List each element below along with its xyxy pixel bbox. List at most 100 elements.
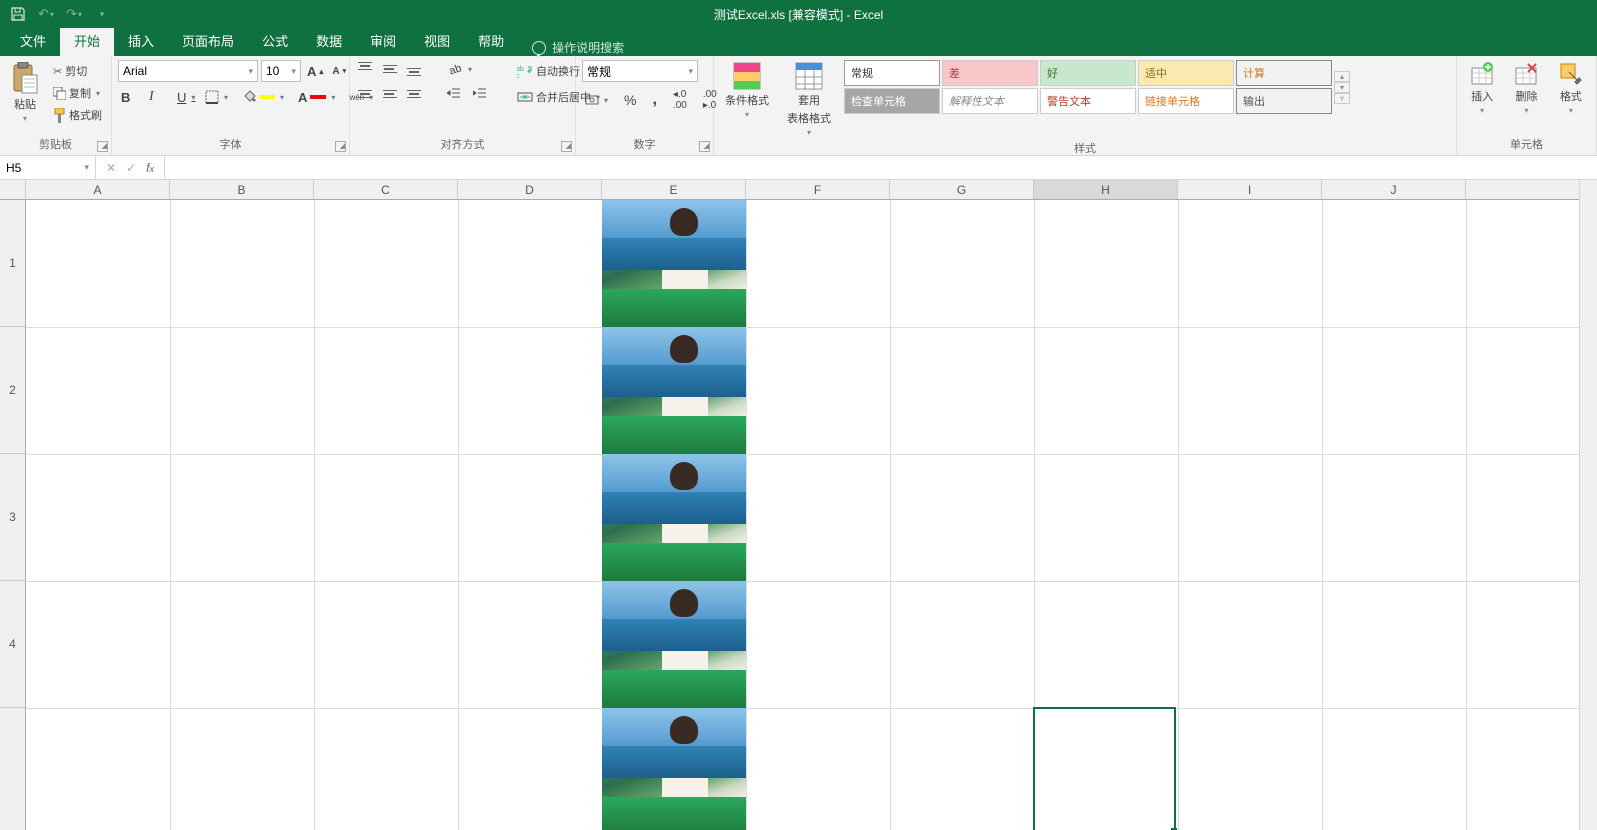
name-box[interactable]: H5 ▾: [0, 156, 96, 179]
embedded-image[interactable]: [602, 454, 746, 581]
copy-button[interactable]: 复制: [50, 84, 105, 102]
orientation-button[interactable]: ab: [444, 60, 475, 78]
font-size-select[interactable]: 10▾: [261, 60, 301, 82]
row-header[interactable]: 2: [0, 327, 25, 454]
column-header[interactable]: G: [890, 180, 1034, 199]
column-header[interactable]: F: [746, 180, 890, 199]
fill-color-button[interactable]: [239, 89, 287, 105]
gallery-down-icon[interactable]: ▾: [1334, 82, 1350, 93]
qat-customize-icon[interactable]: ▾: [90, 2, 114, 26]
format-painter-button[interactable]: 格式刷: [50, 106, 105, 124]
row-header[interactable]: 4: [0, 581, 25, 708]
decrease-font-button[interactable]: A▾: [329, 65, 349, 78]
alignment-launcher[interactable]: ◢: [561, 141, 572, 152]
conditional-formatting-button[interactable]: 条件格式▾: [720, 60, 774, 119]
cancel-formula-icon[interactable]: ✕: [106, 161, 116, 175]
comma-button[interactable]: ,: [649, 90, 659, 110]
tab-insert[interactable]: 插入: [114, 25, 168, 56]
embedded-image[interactable]: [602, 581, 746, 708]
formula-input[interactable]: [165, 156, 1597, 179]
gallery-more-icon[interactable]: ▿: [1334, 93, 1350, 104]
paste-button[interactable]: 粘贴 ▾: [6, 60, 44, 123]
embedded-image[interactable]: [602, 200, 746, 327]
style-option[interactable]: 好: [1040, 60, 1136, 86]
column-header[interactable]: I: [1178, 180, 1322, 199]
style-option[interactable]: 检查单元格: [844, 88, 940, 114]
column-header[interactable]: J: [1322, 180, 1466, 199]
cell-styles-gallery[interactable]: 常规差好适中计算检查单元格解释性文本警告文本链接单元格输出: [844, 60, 1332, 114]
selected-cell[interactable]: [1033, 707, 1176, 830]
cut-button[interactable]: ✂剪切: [50, 62, 105, 80]
column-header[interactable]: E: [602, 180, 746, 199]
row-headers[interactable]: 1234: [0, 200, 26, 830]
increase-indent-button[interactable]: [470, 86, 490, 102]
column-header[interactable]: C: [314, 180, 458, 199]
font-name-select[interactable]: Arial▾: [118, 60, 258, 82]
number-launcher[interactable]: ◢: [699, 141, 710, 152]
cells-area[interactable]: [26, 200, 1579, 830]
style-option[interactable]: 计算: [1236, 60, 1332, 86]
tab-review[interactable]: 审阅: [356, 25, 410, 56]
align-middle-button[interactable]: [380, 61, 398, 77]
row-header[interactable]: 1: [0, 200, 25, 327]
tab-data[interactable]: 数据: [302, 25, 356, 56]
redo-icon[interactable]: ↷▾: [62, 2, 86, 26]
increase-font-button[interactable]: A▴: [304, 63, 326, 80]
tab-formulas[interactable]: 公式: [248, 25, 302, 56]
align-top-button[interactable]: [356, 61, 374, 77]
style-option[interactable]: 常规: [844, 60, 940, 86]
italic-button[interactable]: I: [146, 88, 166, 106]
column-header[interactable]: H: [1034, 180, 1178, 199]
delete-cells-button[interactable]: 删除▾: [1507, 60, 1545, 115]
tab-help[interactable]: 帮助: [464, 25, 518, 56]
worksheet[interactable]: ABCDEFGHIJ 1234: [0, 180, 1597, 830]
style-option[interactable]: 输出: [1236, 88, 1332, 114]
insert-cells-icon: [1470, 62, 1494, 86]
style-option[interactable]: 适中: [1138, 60, 1234, 86]
border-button[interactable]: [202, 89, 231, 105]
save-icon[interactable]: [6, 2, 30, 26]
tab-home[interactable]: 开始: [60, 25, 114, 56]
align-right-button[interactable]: [404, 86, 422, 102]
embedded-image[interactable]: [602, 708, 746, 830]
row-header[interactable]: [0, 708, 25, 830]
underline-button[interactable]: U: [174, 89, 194, 106]
column-header[interactable]: D: [458, 180, 602, 199]
format-as-table-button[interactable]: 套用 表格格式▾: [782, 60, 836, 137]
align-left-button[interactable]: [356, 86, 374, 102]
row-header[interactable]: 3: [0, 454, 25, 581]
insert-cells-button[interactable]: 插入▾: [1463, 60, 1501, 115]
enter-formula-icon[interactable]: ✓: [126, 161, 136, 175]
embedded-image[interactable]: [602, 327, 746, 454]
vertical-scrollbar[interactable]: [1579, 180, 1597, 830]
accounting-format-button[interactable]: [582, 92, 611, 108]
column-headers[interactable]: ABCDEFGHIJ: [26, 180, 1579, 200]
undo-icon[interactable]: ↶▾: [34, 2, 58, 26]
gallery-scroll[interactable]: ▴▾▿: [1334, 71, 1350, 104]
format-cells-button[interactable]: 格式▾: [1552, 60, 1590, 115]
font-launcher[interactable]: ◢: [335, 141, 346, 152]
style-option[interactable]: 链接单元格: [1138, 88, 1234, 114]
decrease-indent-button[interactable]: [444, 86, 464, 102]
style-option[interactable]: 警告文本: [1040, 88, 1136, 114]
style-option[interactable]: 差: [942, 60, 1038, 86]
bold-button[interactable]: B: [118, 89, 138, 106]
percent-button[interactable]: %: [621, 91, 639, 109]
align-center-button[interactable]: [380, 86, 398, 102]
tab-view[interactable]: 视图: [410, 25, 464, 56]
fx-icon[interactable]: fx: [146, 161, 154, 175]
number-format-select[interactable]: 常规▾: [582, 60, 698, 82]
gallery-up-icon[interactable]: ▴: [1334, 71, 1350, 82]
increase-decimal-button[interactable]: ◂.0.00: [670, 88, 690, 112]
column-header[interactable]: B: [170, 180, 314, 199]
column-header[interactable]: A: [26, 180, 170, 199]
select-all-corner[interactable]: [0, 180, 26, 200]
group-cells: 插入▾ 删除▾ 格式▾ 单元格: [1457, 56, 1597, 155]
clipboard-launcher[interactable]: ◢: [97, 141, 108, 152]
tell-me-search[interactable]: 操作说明搜索: [532, 39, 624, 56]
tab-file[interactable]: 文件: [6, 25, 60, 56]
style-option[interactable]: 解释性文本: [942, 88, 1038, 114]
tab-page-layout[interactable]: 页面布局: [168, 25, 248, 56]
font-color-button[interactable]: A: [295, 89, 338, 106]
align-bottom-button[interactable]: [404, 61, 422, 77]
